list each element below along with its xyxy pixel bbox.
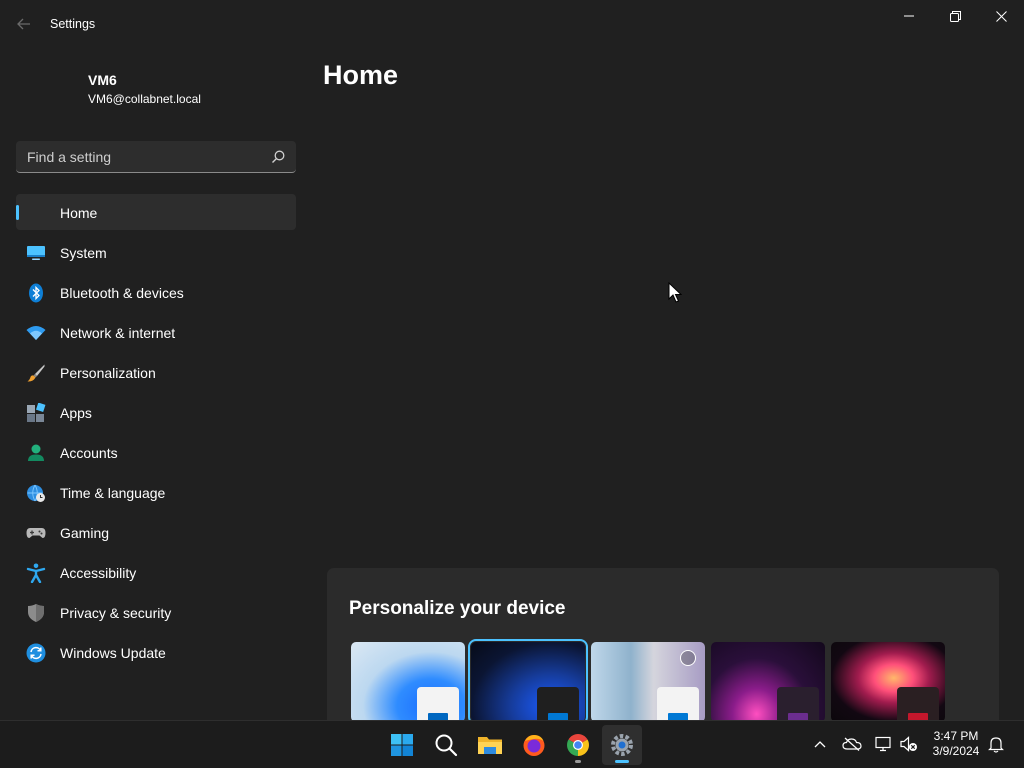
close-button[interactable]	[978, 0, 1024, 32]
sidebar-item-label: System	[60, 245, 107, 261]
back-arrow-icon	[17, 18, 30, 30]
search-icon	[435, 734, 458, 757]
theme-preview-window	[537, 687, 579, 722]
profile-email: VM6@collabnet.local	[88, 92, 201, 106]
sidebar-item-home[interactable]: Home	[16, 194, 296, 230]
sidebar-item-time-language[interactable]: Time & language	[16, 474, 296, 510]
gamepad-icon	[26, 528, 46, 538]
user-profile[interactable]: VM6 VM6@collabnet.local	[88, 72, 201, 106]
sidebar-item-network-internet[interactable]: Network & internet	[16, 314, 296, 350]
theme-windows-dark[interactable]	[468, 639, 588, 725]
sidebar-item-system[interactable]: System	[16, 234, 296, 270]
start-icon	[391, 734, 413, 756]
taskbar: 3:47 PM 3/9/2024	[0, 720, 1024, 768]
home-icon	[26, 203, 46, 223]
theme-windows-spotlight[interactable]	[591, 642, 705, 722]
taskbar-file-explorer[interactable]	[470, 725, 510, 765]
theme-preview-window	[417, 687, 459, 722]
active-indicator	[16, 205, 19, 220]
theme-preview-window	[777, 687, 819, 722]
monitor-icon	[27, 246, 45, 260]
back-button[interactable]	[10, 10, 38, 38]
theme-glow[interactable]	[711, 642, 825, 722]
settings-icon	[611, 734, 633, 756]
app-title: Settings	[50, 17, 96, 31]
minimize-button[interactable]	[886, 0, 932, 32]
network-icon	[875, 736, 891, 752]
tray-network[interactable]	[874, 734, 894, 754]
clock-time: 3:47 PM	[933, 729, 979, 743]
search-input[interactable]	[16, 141, 266, 172]
sidebar-item-bluetooth-devices[interactable]: Bluetooth & devices	[16, 274, 296, 310]
running-indicator	[615, 760, 629, 763]
volume-muted-icon	[900, 736, 917, 752]
sidebar-item-label: Gaming	[60, 525, 110, 541]
sidebar-item-label: Accessibility	[60, 565, 137, 581]
restore-icon	[949, 10, 961, 22]
sidebar-item-label: Network & internet	[60, 325, 176, 341]
sidebar-item-label: Bluetooth & devices	[60, 285, 184, 301]
taskbar-search-button[interactable]	[426, 725, 466, 765]
tray-overflow-button[interactable]	[810, 734, 830, 754]
sidebar-nav: Home System Bluetooth & devices Network …	[16, 194, 296, 674]
search-box[interactable]	[16, 141, 296, 173]
sidebar-item-label: Apps	[60, 405, 92, 421]
personalize-card: Personalize your device	[327, 568, 999, 728]
paintbrush-icon	[27, 364, 45, 382]
shield-icon	[28, 604, 44, 622]
tray-volume[interactable]	[899, 734, 919, 754]
sidebar-item-label: Personalization	[60, 365, 156, 381]
tray-onedrive[interactable]	[842, 734, 862, 754]
sidebar-item-label: Accounts	[60, 445, 118, 461]
taskbar-start-button[interactable]	[382, 725, 422, 765]
notification-center-button[interactable]	[986, 734, 1006, 754]
close-icon	[995, 10, 1007, 22]
chrome-icon	[567, 734, 589, 756]
accessibility-icon	[26, 563, 46, 583]
restore-button[interactable]	[932, 0, 978, 32]
update-icon	[26, 643, 46, 663]
sidebar-item-apps[interactable]: Apps	[16, 394, 296, 430]
bluetooth-icon	[29, 283, 43, 303]
globe-clock-icon	[27, 484, 45, 502]
apps-icon	[27, 403, 46, 422]
card-title: Personalize your device	[349, 598, 566, 619]
page-title: Home	[323, 60, 399, 90]
sidebar-item-label: Home	[60, 205, 98, 221]
sidebar-item-gaming[interactable]: Gaming	[16, 514, 296, 550]
mouse-cursor-icon	[668, 282, 682, 303]
theme-preview-window	[897, 687, 939, 722]
taskbar-chrome[interactable]	[558, 725, 598, 765]
clock-date: 3/9/2024	[932, 744, 980, 758]
person-icon	[28, 444, 44, 461]
firefox-icon	[523, 735, 545, 756]
title-bar: Settings	[0, 0, 1024, 48]
wifi-icon	[26, 326, 46, 340]
notification-bell-icon	[988, 736, 1004, 753]
sidebar-item-label: Time & language	[60, 485, 166, 501]
sidebar-item-accessibility[interactable]: Accessibility	[16, 554, 296, 590]
minimize-icon	[904, 15, 914, 17]
taskbar-firefox[interactable]	[514, 725, 554, 765]
spotlight-badge-icon	[680, 650, 696, 666]
chevron-up-icon	[814, 741, 826, 748]
search-icon[interactable]	[270, 149, 286, 165]
onedrive-offline-icon	[842, 737, 862, 751]
taskbar-clock[interactable]: 3:47 PM 3/9/2024	[920, 729, 992, 759]
theme-flower[interactable]	[831, 642, 945, 722]
sidebar-item-personalization[interactable]: Personalization	[16, 354, 296, 390]
sidebar-item-label: Windows Update	[60, 645, 166, 661]
theme-windows-light[interactable]	[351, 642, 465, 722]
sidebar-item-windows-update[interactable]: Windows Update	[16, 634, 296, 670]
sidebar-item-accounts[interactable]: Accounts	[16, 434, 296, 470]
running-indicator	[575, 760, 581, 763]
sidebar-item-label: Privacy & security	[60, 605, 172, 621]
sidebar-item-privacy-security[interactable]: Privacy & security	[16, 594, 296, 630]
profile-name: VM6	[88, 72, 117, 88]
theme-preview-window	[657, 687, 699, 722]
file-explorer-icon	[478, 737, 502, 754]
taskbar-settings[interactable]	[602, 725, 642, 765]
